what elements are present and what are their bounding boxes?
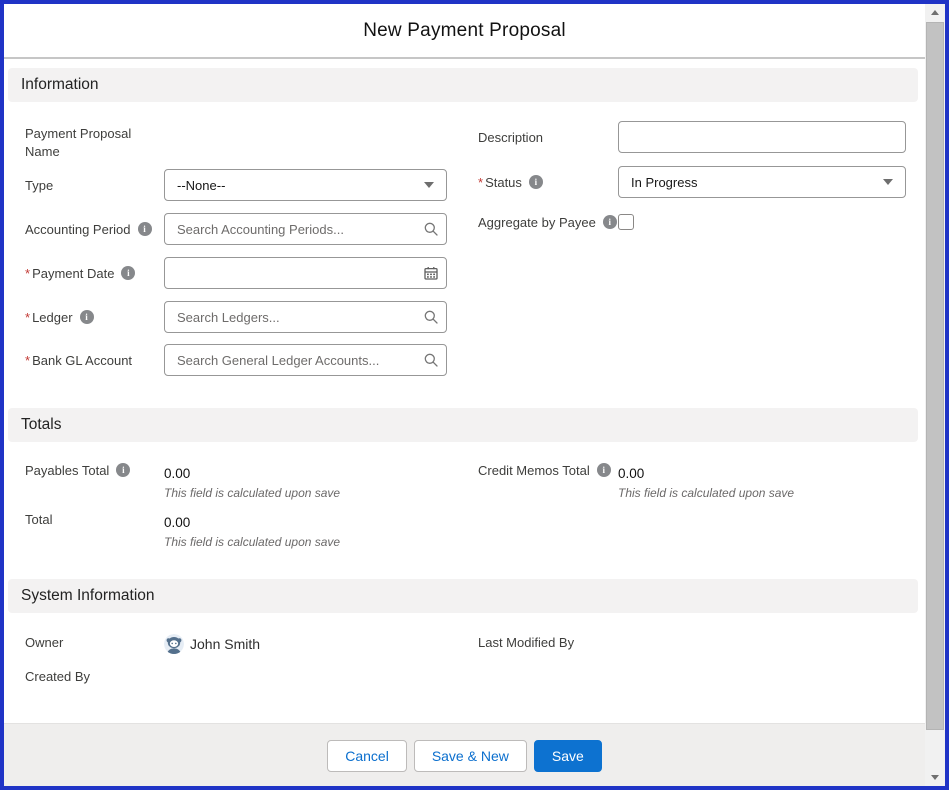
payables-total-value: 0.00 <box>164 466 190 481</box>
required-marker: * <box>25 266 30 281</box>
scroll-down-arrow-icon[interactable] <box>925 769 945 786</box>
vertical-scrollbar[interactable] <box>925 4 945 786</box>
type-select-value: --None-- <box>177 178 225 193</box>
accounting-period-lookup <box>164 213 447 245</box>
scrollbar-thumb[interactable] <box>926 22 944 730</box>
title-divider <box>4 57 925 59</box>
type-select[interactable]: --None-- <box>164 169 447 201</box>
search-icon[interactable] <box>416 353 446 367</box>
section-header-system-information: System Information <box>8 579 918 613</box>
info-icon[interactable]: i <box>603 215 617 229</box>
description-input[interactable] <box>619 122 905 152</box>
save-button[interactable]: Save <box>534 740 602 772</box>
total-value: 0.00 <box>164 515 190 530</box>
section-title: Totals <box>21 416 62 434</box>
aggregate-by-payee-checkbox[interactable] <box>618 214 634 230</box>
new-payment-proposal-modal: New Payment Proposal Information Payment… <box>0 0 949 790</box>
field-label-type: Type <box>25 169 53 201</box>
scroll-up-arrow-icon[interactable] <box>925 4 945 21</box>
credit-memos-total-note: This field is calculated upon save <box>618 486 794 500</box>
description-field <box>618 121 906 153</box>
required-marker: * <box>25 353 30 368</box>
required-marker: * <box>478 175 483 190</box>
info-icon[interactable]: i <box>116 463 130 477</box>
field-label-bank-gl-account: *Bank GL Account <box>25 344 132 376</box>
ledger-lookup <box>164 301 447 333</box>
field-label-owner: Owner <box>25 632 63 652</box>
bank-gl-account-lookup <box>164 344 447 376</box>
chevron-down-icon <box>424 182 434 188</box>
bank-gl-account-input[interactable] <box>165 345 416 375</box>
accounting-period-input[interactable] <box>165 214 416 244</box>
payables-total-note: This field is calculated upon save <box>164 486 340 500</box>
page-title: New Payment Proposal <box>363 20 566 42</box>
field-label-last-modified-by: Last Modified By <box>478 632 574 652</box>
info-icon[interactable]: i <box>138 222 152 236</box>
field-label-description: Description <box>478 121 543 153</box>
search-icon[interactable] <box>416 222 446 236</box>
section-header-information: Information <box>8 68 918 102</box>
field-label-total: Total <box>25 509 52 529</box>
search-icon[interactable] <box>416 310 446 324</box>
section-header-totals: Totals <box>8 408 918 442</box>
cancel-button[interactable]: Cancel <box>327 740 407 772</box>
required-marker: * <box>25 310 30 325</box>
section-title: System Information <box>21 587 155 605</box>
modal-titlebar: New Payment Proposal <box>4 4 925 57</box>
field-label-payables-total: Payables Total i <box>25 460 130 480</box>
info-icon[interactable]: i <box>597 463 611 477</box>
field-label-created-by: Created By <box>25 666 90 686</box>
info-icon[interactable]: i <box>529 175 543 189</box>
info-icon[interactable]: i <box>121 266 135 280</box>
status-select-value: In Progress <box>631 175 697 190</box>
field-label-credit-memos-total: Credit Memos Total i <box>478 460 611 480</box>
chevron-down-icon <box>883 179 893 185</box>
field-label-status: *Status i <box>478 166 543 198</box>
payment-date-field <box>164 257 447 289</box>
avatar <box>164 634 184 654</box>
info-icon[interactable]: i <box>80 310 94 324</box>
field-label-payment-date: *Payment Date i <box>25 257 135 289</box>
ledger-input[interactable] <box>165 302 416 332</box>
modal-footer: Cancel Save & New Save <box>4 723 925 786</box>
field-label-payment-proposal-name: Payment Proposal Name <box>25 125 147 161</box>
save-and-new-button[interactable]: Save & New <box>414 740 527 772</box>
credit-memos-total-value: 0.00 <box>618 466 644 481</box>
field-label-aggregate-by-payee: Aggregate by Payee i <box>478 206 617 238</box>
payment-date-input[interactable] <box>165 258 416 288</box>
status-select[interactable]: In Progress <box>618 166 906 198</box>
field-label-accounting-period: Accounting Period i <box>25 213 152 245</box>
section-title: Information <box>21 76 99 94</box>
total-note: This field is calculated upon save <box>164 535 340 549</box>
calendar-icon[interactable] <box>416 266 446 280</box>
field-label-ledger: *Ledger i <box>25 301 94 333</box>
owner-value: John Smith <box>190 636 260 652</box>
